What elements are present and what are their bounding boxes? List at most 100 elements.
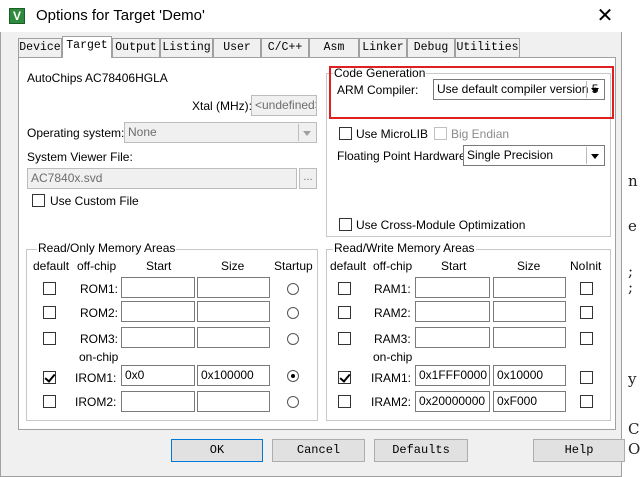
rw-onchip-label: on-chip (373, 350, 413, 364)
ram1-start-field[interactable] (415, 277, 490, 298)
rom3-label: ROM3: (80, 332, 119, 346)
irom1-size-field[interactable]: 0x100000 (197, 365, 270, 386)
tab-linker[interactable]: Linker (359, 38, 407, 57)
svd-field[interactable]: AC7840x.svd (27, 168, 297, 189)
iram2-label: IRAM2: (371, 395, 412, 409)
os-label: Operating system: (27, 126, 125, 140)
ro-memory-title: Read/Only Memory Areas (37, 241, 177, 255)
ram2-default-checkbox[interactable] (338, 306, 351, 319)
bg-glyph: C (628, 420, 640, 438)
iram1-start-field[interactable]: 0x1FFF0000 (415, 365, 490, 386)
ram3-default-checkbox[interactable] (338, 332, 351, 345)
os-select[interactable]: None (124, 122, 317, 143)
device-name: AutoChips AC78406HGLA (27, 71, 168, 85)
iram1-label: IRAM1: (371, 371, 412, 385)
rom3-start-field[interactable] (121, 327, 195, 348)
rw-header-default: default (330, 259, 367, 273)
svd-browse-button[interactable]: ... (299, 168, 317, 189)
bg-glyph: O (628, 440, 640, 458)
fp-hardware-select[interactable]: Single Precision (463, 145, 605, 166)
iram2-default-checkbox[interactable] (338, 395, 351, 408)
tab-target[interactable]: Target (62, 36, 112, 58)
irom1-startup-radio[interactable] (287, 370, 299, 382)
ram3-start-field[interactable] (415, 327, 490, 348)
rom3-startup-radio[interactable] (287, 333, 299, 345)
tab-asm[interactable]: Asm (309, 38, 359, 57)
ram1-size-field[interactable] (493, 277, 566, 298)
big-endian-label: Big Endian (451, 127, 510, 141)
irom2-label: IROM2: (75, 395, 117, 409)
ram1-default-checkbox[interactable] (338, 282, 351, 295)
irom1-label: IROM1: (75, 371, 117, 385)
highlight-box (329, 66, 614, 119)
svd-label: System Viewer File: (27, 150, 133, 164)
ro-onchip-label: on-chip (79, 350, 119, 364)
microlib-label: Use MicroLIB (356, 127, 429, 141)
cancel-button[interactable]: Cancel (272, 439, 365, 462)
rom1-size-field[interactable] (197, 277, 270, 298)
tab-device[interactable]: Device (18, 38, 62, 57)
irom1-default-checkbox[interactable] (43, 371, 56, 384)
keil-app-icon: V (9, 8, 25, 24)
rom2-size-field[interactable] (197, 301, 270, 322)
irom2-start-field[interactable] (121, 391, 195, 412)
rom1-start-field[interactable] (121, 277, 195, 298)
chevron-down-icon (586, 147, 603, 164)
rom2-default-checkbox[interactable] (43, 306, 56, 319)
bg-glyph: e (628, 217, 637, 235)
rom3-size-field[interactable] (197, 327, 270, 348)
fp-hardware-value: Single Precision (467, 148, 554, 162)
irom2-size-field[interactable] (197, 391, 270, 412)
ram1-label: RAM1: (374, 282, 411, 296)
iram2-start-field[interactable]: 0x20000000 (415, 391, 490, 412)
xtal-label: Xtal (MHz): (192, 99, 252, 113)
rom3-default-checkbox[interactable] (43, 332, 56, 345)
microlib-checkbox[interactable] (339, 127, 352, 140)
help-button[interactable]: Help (533, 439, 625, 462)
rom1-startup-radio[interactable] (287, 283, 299, 295)
rom2-label: ROM2: (80, 306, 119, 320)
ro-header-startup: Startup (274, 259, 313, 273)
fp-hardware-label: Floating Point Hardware: (337, 149, 470, 163)
irom1-start-field[interactable]: 0x0 (121, 365, 195, 386)
irom2-startup-radio[interactable] (287, 396, 299, 408)
rom2-start-field[interactable] (121, 301, 195, 322)
ram2-noinit-checkbox[interactable] (580, 306, 593, 319)
defaults-button[interactable]: Defaults (374, 439, 468, 462)
ram3-size-field[interactable] (493, 327, 566, 348)
iram2-noinit-checkbox[interactable] (580, 395, 593, 408)
iram1-default-checkbox[interactable] (338, 371, 351, 384)
ok-button[interactable]: OK (171, 439, 263, 462)
iram1-noinit-checkbox[interactable] (580, 371, 593, 384)
tab-listing[interactable]: Listing (160, 38, 213, 57)
bg-glyph: n (628, 172, 638, 190)
close-icon[interactable]: ✕ (590, 2, 620, 30)
ram3-noinit-checkbox[interactable] (580, 332, 593, 345)
tab-debug[interactable]: Debug (407, 38, 455, 57)
ram2-start-field[interactable] (415, 301, 490, 322)
rw-header-size: Size (517, 259, 541, 273)
tab-output[interactable]: Output (112, 38, 160, 57)
custom-file-checkbox[interactable] (32, 194, 45, 207)
cross-module-label: Use Cross-Module Optimization (356, 218, 526, 232)
ro-header-size: Size (221, 259, 245, 273)
iram2-size-field[interactable]: 0xF000 (493, 391, 566, 412)
big-endian-checkbox[interactable] (434, 127, 447, 140)
ram3-label: RAM3: (374, 332, 411, 346)
irom2-default-checkbox[interactable] (43, 395, 56, 408)
tab-utilities[interactable]: Utilities (455, 38, 520, 57)
iram1-size-field[interactable]: 0x10000 (493, 365, 566, 386)
cross-module-checkbox[interactable] (339, 218, 352, 231)
os-select-value: None (128, 125, 157, 139)
rom2-startup-radio[interactable] (287, 307, 299, 319)
xtal-field[interactable]: <undefined> (251, 95, 317, 116)
tab-user[interactable]: User (213, 38, 261, 57)
title-bar: V Options for Target 'Demo' ✕ (0, 0, 622, 32)
ram1-noinit-checkbox[interactable] (580, 282, 593, 295)
ram2-size-field[interactable] (493, 301, 566, 322)
rom1-label: ROM1: (80, 282, 119, 296)
tab-c-cpp[interactable]: C/C++ (261, 38, 309, 57)
bg-glyph: y (628, 370, 637, 388)
rom1-default-checkbox[interactable] (43, 282, 56, 295)
bg-glyph: ; (628, 278, 634, 296)
